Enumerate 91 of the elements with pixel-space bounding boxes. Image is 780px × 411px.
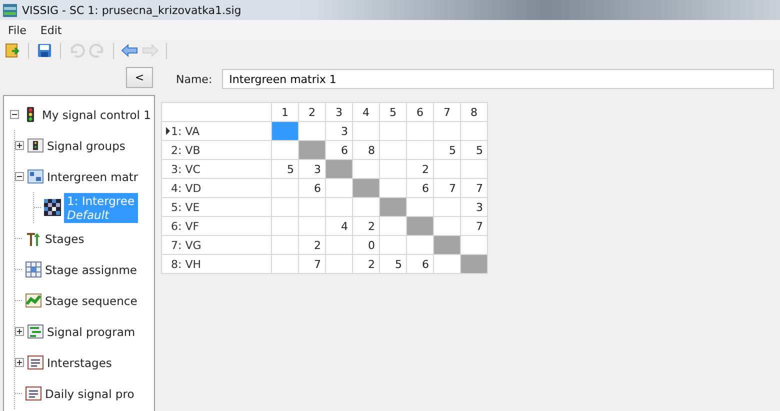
- matrix-cell[interactable]: [434, 198, 460, 216]
- menu-item[interactable]: Edit: [40, 24, 62, 36]
- tree-item[interactable]: Stage assignme: [45, 262, 137, 276]
- matrix-cell[interactable]: 8: [352, 140, 380, 160]
- matrix-cell[interactable]: [434, 122, 460, 140]
- matrix-cell[interactable]: 7: [460, 216, 488, 236]
- table-icon: [25, 261, 42, 278]
- back-arrow-icon[interactable]: [121, 42, 138, 59]
- tree-item[interactable]: Intergreen matr: [47, 170, 138, 184]
- tree-item[interactable]: Stages: [45, 232, 84, 246]
- collapse-button[interactable]: <: [126, 67, 153, 88]
- row-header[interactable]: 6: VF: [162, 216, 272, 236]
- matrix-cell[interactable]: 6: [406, 254, 434, 274]
- row-header[interactable]: 2: VB: [162, 140, 272, 160]
- matrix-cell[interactable]: [352, 122, 380, 140]
- signal-group-icon: [27, 137, 44, 154]
- expander-toggle[interactable]: [15, 327, 24, 336]
- checkerboard-icon: [44, 199, 61, 216]
- app-icon: [3, 4, 17, 16]
- column-header: 3: [326, 102, 352, 122]
- tree-item[interactable]: Daily signal pro: [45, 386, 134, 400]
- menu-item[interactable]: File: [8, 24, 26, 36]
- matrix-cell[interactable]: [406, 122, 434, 140]
- matrix-cell[interactable]: [298, 216, 326, 236]
- matrix-cell[interactable]: [326, 236, 352, 254]
- open-icon[interactable]: [4, 42, 21, 59]
- matrix-cell[interactable]: [380, 122, 406, 140]
- matrix-cell[interactable]: [272, 236, 298, 254]
- matrix-cell[interactable]: [272, 198, 298, 216]
- expander-toggle[interactable]: [10, 110, 19, 119]
- matrix-cell[interactable]: 7: [298, 254, 326, 274]
- save-icon[interactable]: [36, 42, 53, 59]
- matrix-cell[interactable]: [460, 122, 488, 140]
- grid-icon: [27, 168, 44, 185]
- matrix-cell[interactable]: [406, 140, 434, 160]
- column-header: 6: [406, 102, 434, 122]
- row-header[interactable]: 4: VD: [162, 178, 272, 198]
- tree-item[interactable]: Signal groups: [47, 138, 126, 152]
- expander-toggle[interactable]: [15, 141, 24, 150]
- matrix-cell[interactable]: 3: [460, 198, 488, 216]
- matrix-cell[interactable]: 2: [298, 236, 326, 254]
- matrix-cell[interactable]: [460, 160, 488, 178]
- column-header: 5: [380, 102, 406, 122]
- matrix-cell[interactable]: 7: [460, 178, 488, 198]
- matrix-cell[interactable]: 2: [352, 216, 380, 236]
- chart-icon: [25, 292, 42, 309]
- matrix-cell[interactable]: 4: [326, 216, 352, 236]
- matrix-cell[interactable]: 5: [380, 254, 406, 274]
- matrix-cell[interactable]: [434, 160, 460, 178]
- matrix-cell[interactable]: 6: [406, 178, 434, 198]
- matrix-cell[interactable]: [380, 236, 406, 254]
- matrix-cell[interactable]: 2: [352, 254, 380, 274]
- row-header[interactable]: 1: VA: [162, 122, 272, 140]
- expander-toggle[interactable]: [15, 358, 24, 367]
- bars-icon: [27, 323, 44, 340]
- tree-item[interactable]: My signal control 1: [42, 108, 151, 122]
- matrix-cell[interactable]: [326, 198, 352, 216]
- row-header[interactable]: 3: VC: [162, 160, 272, 178]
- matrix-cell[interactable]: [272, 254, 298, 274]
- matrix-cell[interactable]: [298, 198, 326, 216]
- row-header[interactable]: 7: VG: [162, 236, 272, 254]
- matrix-cell[interactable]: [272, 122, 298, 140]
- matrix-cell[interactable]: 0: [352, 236, 380, 254]
- matrix-cell[interactable]: 5: [272, 160, 298, 178]
- document-icon: [27, 354, 44, 371]
- name-field[interactable]: Intergreen matrix 1: [222, 69, 774, 89]
- column-header: 4: [352, 102, 380, 122]
- row-header[interactable]: 8: VH: [162, 254, 272, 274]
- matrix-cell[interactable]: 6: [298, 178, 326, 198]
- column-header: 8: [460, 102, 488, 122]
- tree-item[interactable]: Signal program: [47, 324, 136, 338]
- matrix-cell[interactable]: [380, 160, 406, 178]
- matrix-cell[interactable]: [272, 216, 298, 236]
- document-icon: [25, 385, 42, 402]
- matrix-cell[interactable]: 5: [460, 140, 488, 160]
- column-header: 2: [298, 102, 326, 122]
- matrix-cell[interactable]: [380, 140, 406, 160]
- window-title: VISSIG - SC 1: prusecna_krizovatka1.sig: [22, 4, 242, 16]
- name-label: Name:: [176, 72, 212, 86]
- row-header[interactable]: 5: VE: [162, 198, 272, 216]
- matrix-cell[interactable]: 5: [434, 140, 460, 160]
- matrix-cell[interactable]: 7: [434, 178, 460, 198]
- matrix-cell[interactable]: [326, 254, 352, 274]
- arrows-icon: [25, 230, 42, 247]
- expander-toggle[interactable]: [15, 172, 24, 181]
- tree-item[interactable]: Interstages: [47, 356, 112, 370]
- column-header: 7: [434, 102, 460, 122]
- tree-item[interactable]: Stage sequence: [45, 294, 138, 308]
- matrix-cell[interactable]: 2: [406, 160, 434, 178]
- matrix-cell[interactable]: 3: [326, 122, 352, 140]
- matrix-cell[interactable]: [272, 178, 298, 198]
